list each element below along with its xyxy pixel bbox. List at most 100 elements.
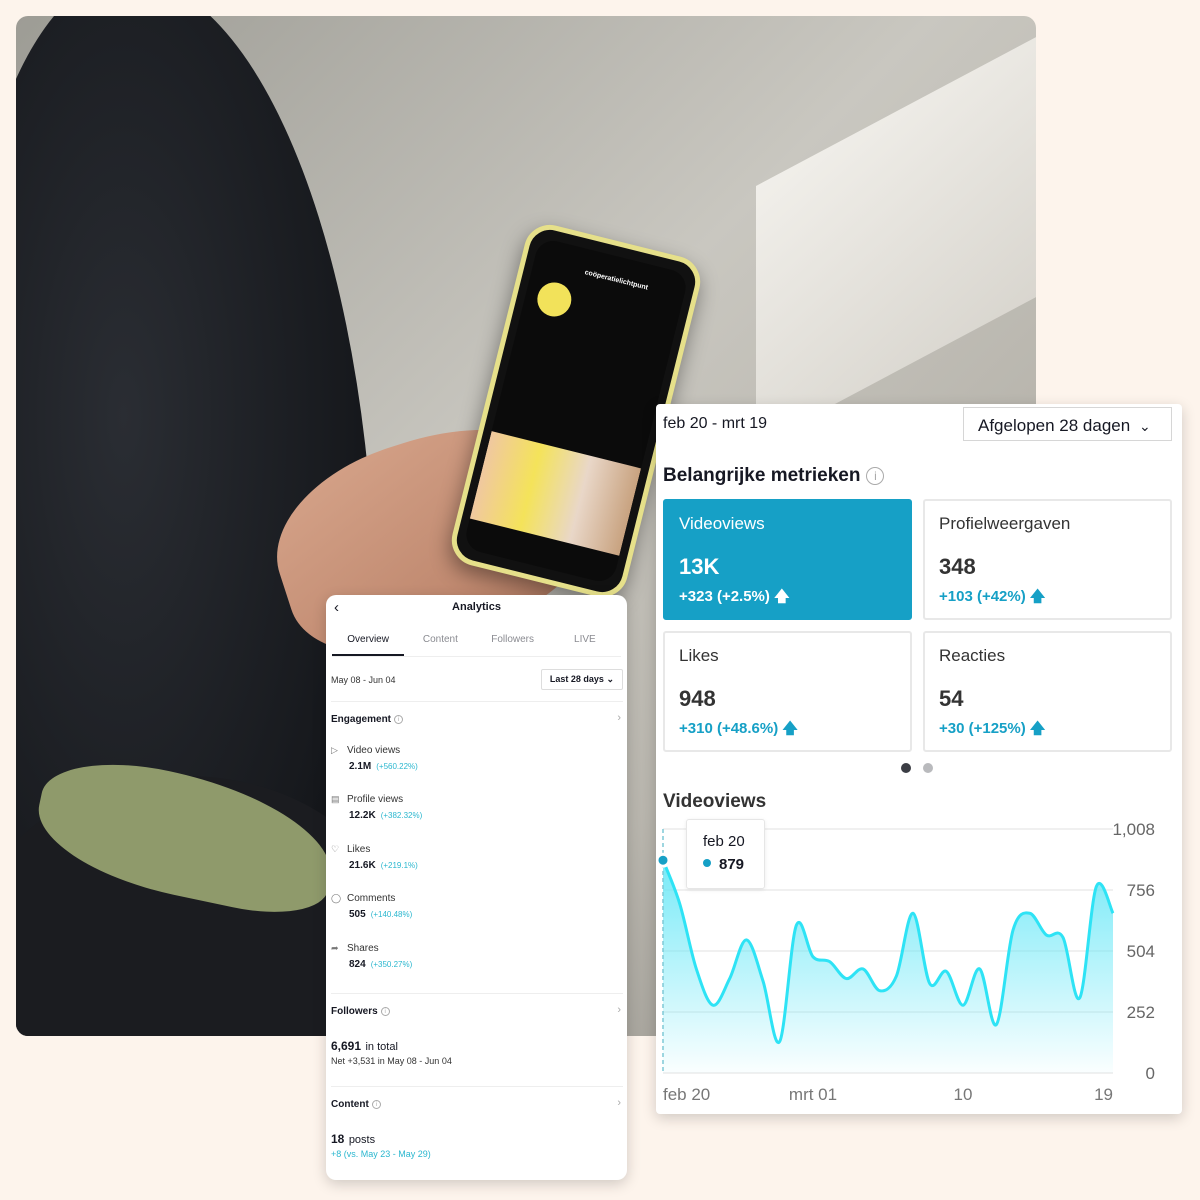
dashboard-panel: feb 20 - mrt 19 Afgelopen 28 dagen ⌄ Bel… xyxy=(656,404,1182,1114)
chevron-right-icon[interactable]: › xyxy=(617,1097,621,1109)
arrow-up-icon: 🡅 xyxy=(774,588,790,605)
metric-card-videoviews[interactable]: Videoviews 13K +323 (+2.5%) 🡅 xyxy=(663,499,912,620)
divider xyxy=(331,993,623,994)
x-tick-label: mrt 01 xyxy=(789,1085,837,1104)
y-tick-label: 0 xyxy=(1146,1064,1155,1083)
metric-change: (+219.1%) xyxy=(380,861,418,870)
divider xyxy=(331,1086,623,1087)
metric-change: (+350.27%) xyxy=(370,960,413,969)
chart-tooltip: feb 20 879 xyxy=(686,819,765,889)
analytics-panel: ‹ Analytics Overview Content Followers L… xyxy=(326,595,627,1180)
metric-label: Likes xyxy=(679,646,719,665)
tab-bar: Overview Content Followers LIVE xyxy=(332,629,621,657)
metric-label: Profielweergaven xyxy=(939,514,1071,533)
posts-suffix: posts xyxy=(348,1134,376,1146)
posts-change: +8 (vs. May 23 - May 29) xyxy=(331,1149,431,1159)
section-title-text: Belangrijke metrieken xyxy=(663,465,861,486)
profile-icon: ▤ xyxy=(331,794,340,804)
metric-change: +103 (+42%) xyxy=(939,588,1026,605)
pager-dot-active[interactable] xyxy=(901,763,911,773)
data-point xyxy=(656,852,671,868)
share-icon: ➦ xyxy=(331,943,339,953)
range-select-label: Afgelopen 28 dagen xyxy=(978,416,1131,435)
arrow-up-icon: 🡅 xyxy=(1029,720,1046,737)
metric-change: (+382.32%) xyxy=(380,811,423,820)
metric-label: Profile views xyxy=(347,794,404,805)
phone-avatar xyxy=(533,278,575,321)
chevron-right-icon[interactable]: › xyxy=(617,712,621,724)
posts-count: 18 xyxy=(331,1132,345,1146)
metric-change: (+560.22%) xyxy=(376,762,418,771)
metric-change: (+140.48%) xyxy=(370,910,413,919)
tab-content[interactable]: Content xyxy=(404,629,476,656)
info-icon[interactable]: i xyxy=(866,467,885,485)
tab-overview[interactable]: Overview xyxy=(332,629,405,656)
followers-net: Net +3,531 in May 08 - Jun 04 xyxy=(331,1056,452,1066)
metric-label: Shares xyxy=(347,943,379,954)
engagement-heading[interactable]: Engagement i xyxy=(331,714,404,725)
info-icon[interactable]: i xyxy=(371,1099,381,1109)
metric-value: 824 xyxy=(349,959,366,970)
range-select-label: Last 28 days xyxy=(549,674,604,684)
metric-value: 505 xyxy=(349,909,366,920)
metric-shares: ➦ Shares 824 (+350.27%) xyxy=(331,943,412,970)
heart-icon: ♡ xyxy=(331,844,340,854)
metric-value: 348 xyxy=(939,554,976,579)
metric-value: 21.6K xyxy=(349,860,376,871)
area-fill xyxy=(663,860,1113,1073)
metric-video-views: ▷ Video views 2.1M (+560.22%) xyxy=(331,745,418,772)
y-tick-label: 252 xyxy=(1127,1003,1155,1022)
metric-card-profielweergaven[interactable]: Profielweergaven 348 +103 (+42%) 🡅 xyxy=(923,499,1172,620)
tab-followers[interactable]: Followers xyxy=(477,629,549,656)
date-range: feb 20 - mrt 19 xyxy=(663,415,768,432)
divider xyxy=(331,701,623,702)
metric-change: +310 (+48.6%) xyxy=(679,720,779,737)
metric-value: 948 xyxy=(679,686,716,711)
tooltip-value: 879 xyxy=(719,856,745,873)
tooltip-date: feb 20 xyxy=(703,833,745,850)
metric-label: Likes xyxy=(347,844,371,855)
metric-comments: ◯ Comments 505 (+140.48%) xyxy=(331,893,412,920)
shelf xyxy=(756,16,1036,447)
pager-dot[interactable] xyxy=(923,763,933,773)
chevron-right-icon[interactable]: › xyxy=(617,1004,621,1016)
followers-total: 6,691 in total xyxy=(331,1037,398,1055)
page-title: Analytics xyxy=(452,601,501,613)
followers-heading[interactable]: Followers i xyxy=(331,1006,390,1017)
metric-value: 54 xyxy=(939,686,964,711)
followers-count: 6,691 xyxy=(331,1039,362,1053)
metric-label: Video views xyxy=(347,745,401,756)
followers-suffix: in total xyxy=(365,1041,398,1053)
chevron-down-icon: ⌄ xyxy=(606,674,614,684)
metric-label: Comments xyxy=(347,893,396,904)
info-icon[interactable]: i xyxy=(394,714,404,724)
range-select[interactable]: Last 28 days ⌄ xyxy=(540,669,623,690)
engagement-title: Engagement xyxy=(331,714,392,725)
y-tick-label: 504 xyxy=(1127,942,1155,961)
x-tick-label: 19 xyxy=(1094,1085,1113,1104)
chevron-down-icon: ⌄ xyxy=(1138,418,1151,434)
comment-icon: ◯ xyxy=(331,893,342,903)
section-title: Belangrijke metrieken i xyxy=(663,465,885,487)
play-icon: ▷ xyxy=(331,745,338,755)
arrow-up-icon: 🡅 xyxy=(782,720,798,737)
content-title: Content xyxy=(331,1099,369,1110)
metric-label: Reacties xyxy=(939,646,1006,665)
date-range: May 08 - Jun 04 xyxy=(331,675,396,685)
x-tick-label: feb 20 xyxy=(663,1085,710,1104)
tab-live[interactable]: LIVE xyxy=(549,629,621,656)
metric-card-likes[interactable]: Likes 948 +310 (+48.6%) 🡅 xyxy=(663,631,912,752)
arrow-up-icon: 🡅 xyxy=(1029,588,1046,605)
metric-card-reacties[interactable]: Reacties 54 +30 (+125%) 🡅 xyxy=(923,631,1172,752)
range-select[interactable]: Afgelopen 28 dagen ⌄ xyxy=(963,407,1172,441)
metric-value: 13K xyxy=(679,554,720,579)
y-tick-label: 1,008 xyxy=(1112,820,1155,839)
metric-value: 12.2K xyxy=(349,810,376,821)
content-heading[interactable]: Content i xyxy=(331,1099,381,1110)
content-posts: 18 posts xyxy=(331,1130,375,1148)
info-icon[interactable]: i xyxy=(380,1006,390,1016)
metric-label: Videoviews xyxy=(679,514,765,533)
metric-change: +323 (+2.5%) xyxy=(679,588,770,605)
x-tick-label: 10 xyxy=(954,1085,973,1104)
series-dot-icon xyxy=(703,859,711,867)
